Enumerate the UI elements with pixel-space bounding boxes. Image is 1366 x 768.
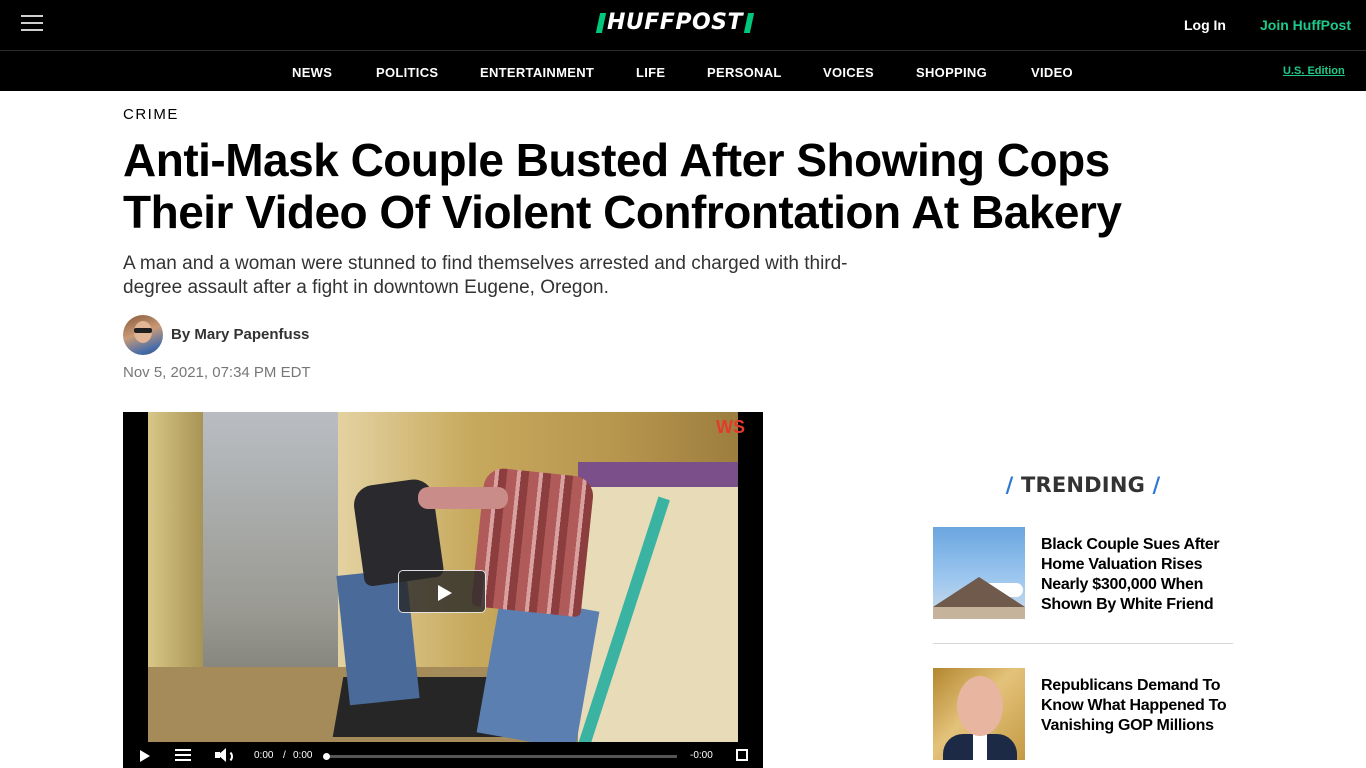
nav-item-news[interactable]: NEWS xyxy=(292,65,332,80)
progress-bar[interactable] xyxy=(327,755,677,758)
nav-item-video[interactable]: VIDEO xyxy=(1031,65,1073,80)
trending-slash-left: / xyxy=(1005,473,1014,497)
big-play-button[interactable] xyxy=(398,570,486,613)
fullscreen-icon[interactable] xyxy=(736,749,748,761)
play-icon xyxy=(438,585,452,601)
time-separator: / xyxy=(283,750,286,761)
remaining-time: -0:00 xyxy=(690,750,713,761)
scene-arms xyxy=(418,487,508,509)
logo-bar-right xyxy=(743,13,755,33)
logo-text: HUFFPOST xyxy=(607,10,744,35)
video-watermark-logo: WS xyxy=(716,417,745,437)
huffpost-logo[interactable]: HUFFPOST xyxy=(595,10,755,35)
playlist-icon[interactable] xyxy=(175,749,191,762)
trending-item-title[interactable]: Republicans Demand To Know What Happened… xyxy=(1041,676,1231,736)
trending-thumbnail[interactable] xyxy=(933,527,1025,619)
trending-divider xyxy=(933,643,1233,644)
video-player[interactable]: WS 0:00 / 0:00 -0:00 xyxy=(123,412,763,768)
volume-icon[interactable] xyxy=(215,747,233,763)
trending-item[interactable]: Black Couple Sues After Home Valuation R… xyxy=(933,527,1233,619)
menu-icon[interactable] xyxy=(21,15,43,33)
byline: By Mary Papenfuss xyxy=(171,326,309,343)
logo-bar-left xyxy=(595,13,607,33)
progress-knob[interactable] xyxy=(323,753,330,760)
trending-title: TRENDING xyxy=(1020,473,1146,497)
top-bar: HUFFPOST Log In Join HuffPost xyxy=(0,0,1366,50)
nav-item-shopping[interactable]: SHOPPING xyxy=(916,65,987,80)
trending-slash-right: / xyxy=(1152,473,1161,497)
section-label[interactable]: CRIME xyxy=(123,106,179,123)
article-dek: A man and a woman were stunned to find t… xyxy=(123,253,848,298)
byline-prefix: By xyxy=(171,326,191,343)
login-link[interactable]: Log In xyxy=(1184,17,1226,33)
join-link[interactable]: Join HuffPost xyxy=(1260,17,1351,33)
edition-selector[interactable]: U.S. Edition xyxy=(1283,65,1345,77)
video-controls: 0:00 / 0:00 -0:00 xyxy=(123,742,763,768)
article-headline: Anti-Mask Couple Busted After Showing Co… xyxy=(123,134,1122,238)
nav-item-life[interactable]: LIFE xyxy=(636,65,665,80)
scene-counter-top xyxy=(578,462,738,487)
author-avatar[interactable] xyxy=(123,315,163,355)
play-icon[interactable] xyxy=(140,750,150,762)
nav-item-personal[interactable]: PERSONAL xyxy=(707,65,782,80)
trending-item-title[interactable]: Black Couple Sues After Home Valuation R… xyxy=(1041,535,1231,615)
author-name[interactable]: Mary Papenfuss xyxy=(194,326,309,343)
trending-thumbnail[interactable] xyxy=(933,668,1025,760)
nav-item-politics[interactable]: POLITICS xyxy=(376,65,438,80)
avatar-sunglasses xyxy=(134,328,152,333)
trending-heading: / TRENDING / xyxy=(933,473,1233,497)
nav-item-entertainment[interactable]: ENTERTAINMENT xyxy=(480,65,594,80)
current-time: 0:00 xyxy=(254,750,274,761)
duration: 0:00 xyxy=(293,750,313,761)
trending-item[interactable]: Republicans Demand To Know What Happened… xyxy=(933,668,1233,760)
nav-item-voices[interactable]: VOICES xyxy=(823,65,874,80)
section-nav: NEWS POLITICS ENTERTAINMENT LIFE PERSONA… xyxy=(0,50,1366,91)
publish-timestamp: Nov 5, 2021, 07:34 PM EDT xyxy=(123,364,311,381)
